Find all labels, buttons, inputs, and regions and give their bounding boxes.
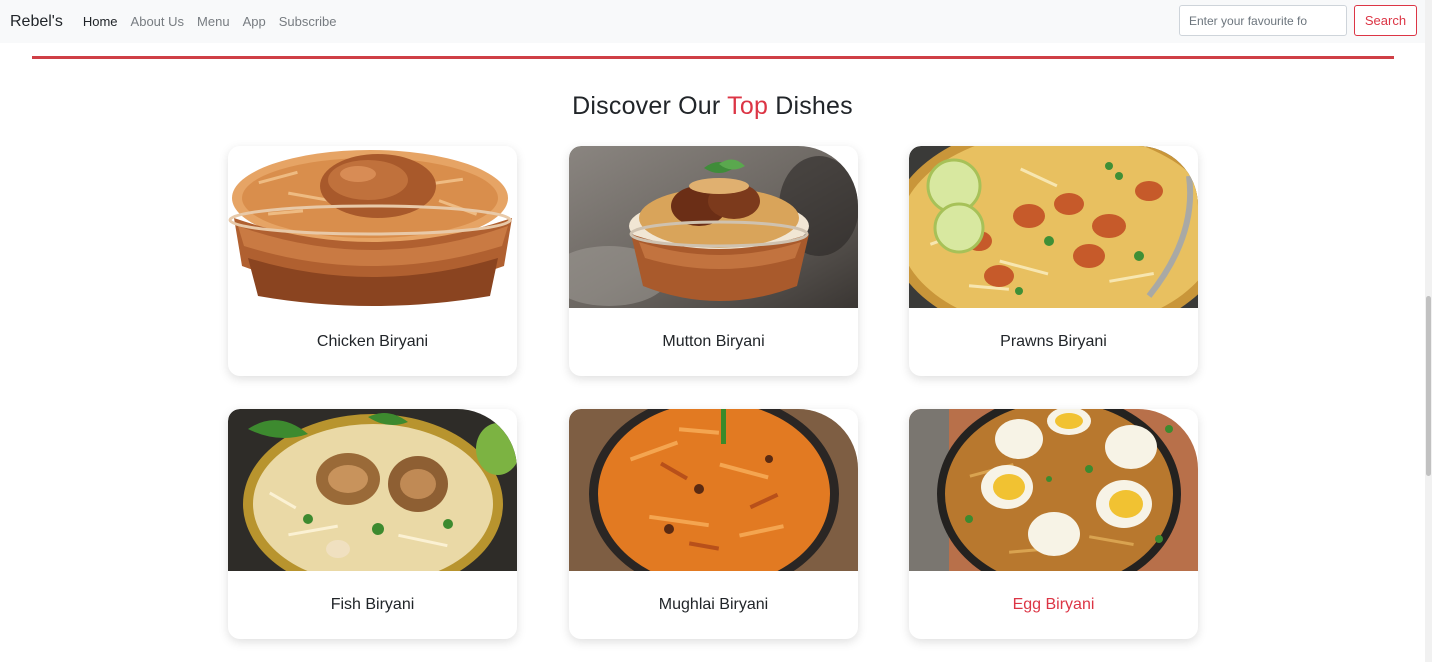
dish-name: Prawns Biryani [1000,333,1107,350]
nav-link-home[interactable]: Home [83,14,118,29]
search-form: Search [1179,5,1417,36]
nav-link-subscribe[interactable]: Subscribe [279,14,337,29]
chicken-biryani-photo [228,146,517,308]
dish-card-mughlai-biryani[interactable]: Mughlai Biryani [569,409,858,639]
search-input[interactable] [1179,5,1347,36]
dish-name: Mutton Biryani [662,333,765,350]
section-title: Discover Our Top Dishes [0,92,1425,121]
dish-name: Mughlai Biryani [658,596,769,613]
nav-link-app[interactable]: App [243,14,266,29]
scrollbar-thumb[interactable] [1426,296,1431,476]
dish-card-egg-biryani[interactable]: Egg Biryani [909,409,1198,639]
dish-name: Chicken Biryani [316,333,429,350]
navbar: Rebel's Home About Us Menu App Subscribe… [0,0,1425,43]
section-divider [32,56,1394,59]
mutton-biryani-photo [569,146,858,308]
nav-link-about-us[interactable]: About Us [131,14,184,29]
prawns-biryani-photo [909,146,1198,308]
dish-card-fish-biryani[interactable]: Fish Biryani [228,409,517,639]
dish-card-prawns-biryani[interactable]: Prawns Biryani [909,146,1198,376]
egg-biryani-photo [909,409,1198,571]
section-title-accent: Top [727,92,769,120]
search-button[interactable]: Search [1354,5,1417,36]
dish-name: Fish Biryani [330,596,415,613]
nav-links: Home About Us Menu App Subscribe [83,14,350,29]
section-title-prefix: Discover Our [572,92,728,120]
dish-name: Egg Biryani [1012,596,1095,613]
dish-card-mutton-biryani[interactable]: Mutton Biryani [569,146,858,376]
dish-card-chicken-biryani[interactable]: Chicken Biryani [228,146,517,376]
mughlai-biryani-photo [569,409,858,571]
section-title-suffix: Dishes [768,92,853,120]
nav-link-menu[interactable]: Menu [197,14,230,29]
brand-logo[interactable]: Rebel's [10,13,63,31]
fish-biryani-photo [228,409,517,571]
